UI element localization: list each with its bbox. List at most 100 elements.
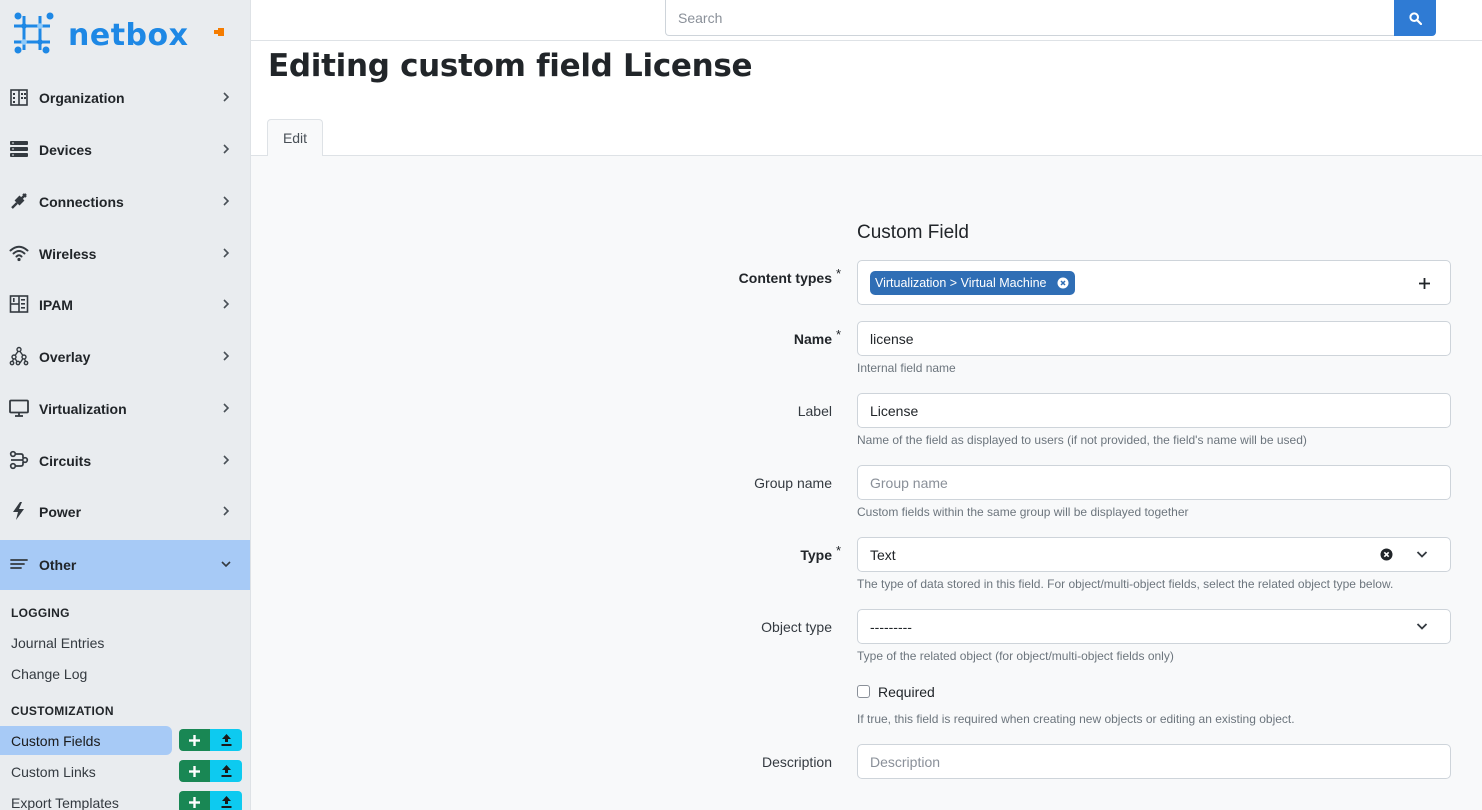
content-type-chip: Virtualization > Virtual Machine (870, 271, 1075, 295)
clear-icon[interactable] (1380, 548, 1393, 561)
sidebar-item-power[interactable]: Power (0, 487, 250, 537)
sidebar-item-circuits[interactable]: Circuits (0, 436, 250, 486)
brand-name: netbox (68, 18, 189, 53)
name-field[interactable]: license (857, 321, 1451, 356)
tab-edit[interactable]: Edit (267, 119, 323, 156)
menu-link-export-templates[interactable]: Export Templates (0, 788, 172, 810)
sidebar-item-connections[interactable]: Connections (0, 177, 250, 227)
sidebar-item-label: Virtualization (39, 401, 127, 417)
add-export-template-button[interactable] (179, 791, 210, 810)
sidebar-item-label: Circuits (39, 453, 92, 469)
page-title: Editing custom field License (268, 48, 753, 84)
import-custom-fields-button[interactable] (210, 729, 242, 751)
object-type-label: Object type (761, 619, 832, 635)
menu-heading-logging: LOGGING (11, 606, 70, 620)
required-asterisk: * (836, 543, 842, 558)
sidebar-item-label: Devices (39, 142, 92, 158)
add-custom-field-button[interactable] (179, 729, 210, 751)
type-select[interactable]: Text (857, 537, 1451, 572)
menu-link-journal-entries[interactable]: Journal Entries (0, 628, 172, 657)
object-type-value: --------- (870, 619, 912, 635)
chevron-right-icon (223, 248, 230, 258)
required-label[interactable]: Required (878, 684, 935, 700)
add-custom-link-button[interactable] (179, 760, 210, 782)
chevron-right-icon (223, 92, 230, 102)
graph-icon (9, 346, 29, 366)
chevron-right-icon (223, 299, 230, 309)
list-icon (10, 559, 28, 569)
upload-icon (221, 734, 231, 746)
export-templates-actions (179, 791, 242, 810)
sidebar: netbox Organization Devices Connections … (0, 0, 251, 810)
chevron-right-icon (223, 506, 230, 516)
sidebar-item-label: Other (39, 557, 77, 573)
building-icon (10, 89, 28, 106)
chevron-down-icon (1416, 551, 1428, 558)
object-type-select[interactable]: --------- (857, 609, 1451, 644)
search-button[interactable] (1394, 0, 1436, 36)
description-label: Description (761, 754, 832, 770)
sidebar-item-wireless[interactable]: Wireless (0, 229, 250, 279)
plus-icon (189, 765, 200, 777)
wifi-icon (9, 245, 29, 262)
sidebar-item-label: Organization (39, 90, 125, 106)
chevron-right-icon (223, 455, 230, 465)
header-divider (251, 40, 1482, 41)
ipam-icon (9, 295, 29, 313)
content-types-select[interactable]: Virtualization > Virtual Machine (857, 260, 1451, 305)
sidebar-item-overlay[interactable]: Overlay (0, 332, 250, 382)
menu-link-custom-fields[interactable]: Custom Fields (0, 726, 172, 755)
sidebar-item-organization[interactable]: Organization (0, 73, 250, 123)
sidebar-item-label: Wireless (39, 246, 97, 262)
sidebar-item-devices[interactable]: Devices (0, 125, 250, 175)
search-bar (665, 0, 1436, 36)
sidebar-item-other[interactable]: Other (0, 540, 250, 590)
content-types-label: Content types (738, 270, 832, 286)
netbox-logo-icon (14, 12, 54, 54)
menu-heading-customization: CUSTOMIZATION (11, 704, 114, 718)
group-name-label: Group name (754, 475, 832, 491)
sidebar-item-label: Overlay (39, 349, 91, 365)
search-input[interactable] (665, 0, 1395, 36)
upload-icon (221, 796, 231, 808)
chevron-right-icon (223, 351, 230, 361)
name-help: Internal field name (857, 361, 956, 375)
chevron-right-icon (223, 144, 230, 154)
chevron-down-icon (221, 561, 231, 568)
import-export-templates-button[interactable] (210, 791, 242, 810)
brand-logo[interactable]: netbox (10, 10, 240, 58)
circuits-icon (9, 450, 29, 470)
required-checkbox[interactable] (857, 685, 870, 698)
label-field[interactable]: License (857, 393, 1451, 428)
add-icon[interactable] (1419, 278, 1430, 289)
required-asterisk: * (836, 327, 842, 342)
import-custom-links-button[interactable] (210, 760, 242, 782)
object-type-help: Type of the related object (for object/m… (857, 649, 1174, 663)
group-name-placeholder: Group name (870, 475, 948, 491)
sidebar-item-label: IPAM (39, 297, 73, 313)
name-label: Name (793, 331, 832, 347)
pin-icon[interactable] (214, 28, 226, 36)
sidebar-item-ipam[interactable]: IPAM (0, 280, 250, 330)
group-name-field[interactable]: Group name (857, 465, 1451, 500)
sidebar-item-label: Power (39, 504, 82, 520)
required-help: If true, this field is required when cre… (857, 712, 1295, 726)
sidebar-item-label: Connections (39, 194, 124, 210)
sidebar-item-virtualization[interactable]: Virtualization (0, 384, 250, 434)
menu-link-custom-links[interactable]: Custom Links (0, 757, 172, 786)
description-field[interactable]: Description (857, 744, 1451, 779)
chevron-down-icon (1416, 623, 1428, 630)
menu-link-change-log[interactable]: Change Log (0, 659, 172, 688)
chevron-right-icon (223, 403, 230, 413)
custom-fields-actions (179, 729, 242, 751)
label-help: Name of the field as displayed to users … (857, 433, 1307, 447)
remove-chip-icon[interactable] (1057, 277, 1069, 289)
type-label: Type (800, 547, 832, 563)
lightning-icon (13, 502, 24, 520)
chevron-right-icon (223, 196, 230, 206)
type-value: Text (870, 547, 896, 563)
label-label: Label (797, 403, 832, 419)
cable-icon (11, 193, 27, 209)
upload-icon (221, 765, 231, 777)
monitor-icon (9, 399, 29, 417)
